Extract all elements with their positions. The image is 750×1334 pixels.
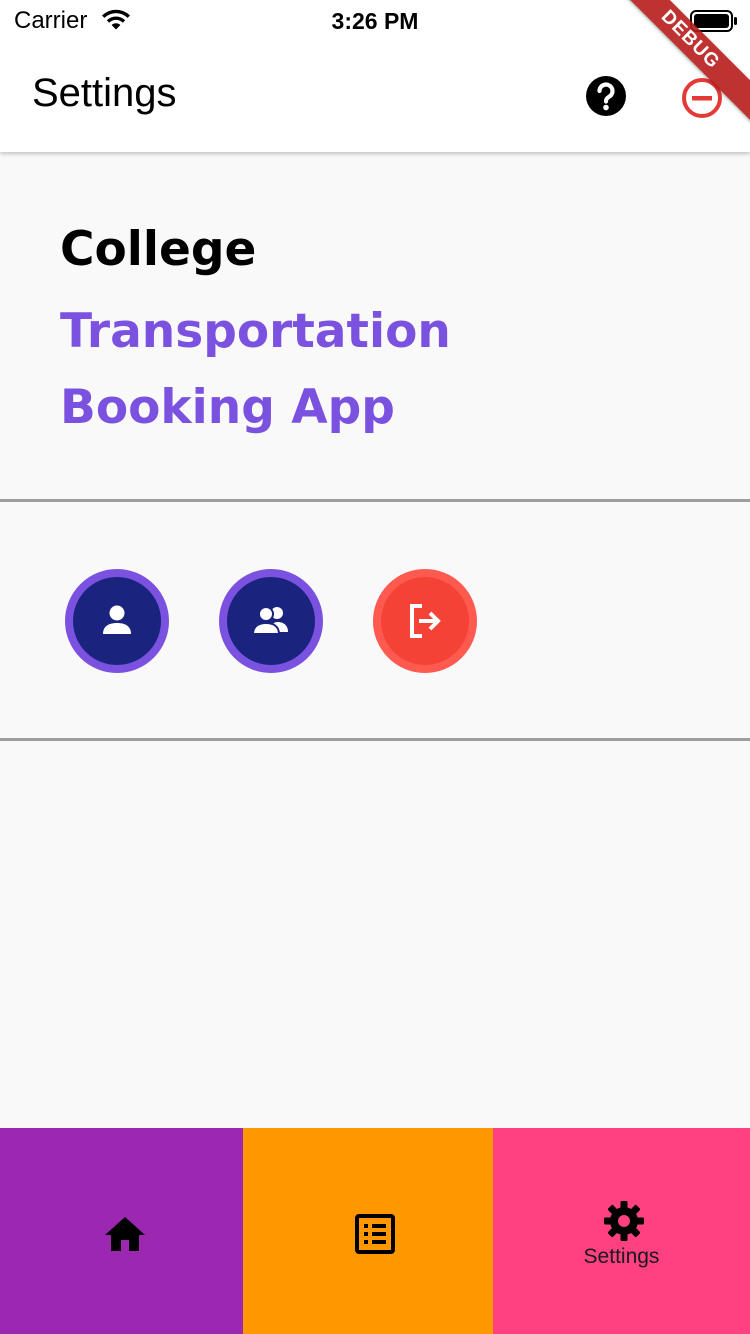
app-bar: Settings: [0, 40, 750, 152]
app-name-heading: College Transportation Booking App: [60, 220, 451, 446]
heading-line-college: College: [60, 222, 257, 277]
divider-bottom: [0, 738, 750, 741]
nav-item-settings[interactable]: Settings: [493, 1128, 750, 1334]
status-time: 3:26 PM: [331, 8, 419, 34]
exit-icon: [410, 604, 441, 638]
bottom-navigation: Settings: [0, 1128, 750, 1334]
person-icon: [103, 605, 131, 634]
nav-item-home[interactable]: [0, 1128, 243, 1334]
group-icon: [251, 606, 288, 635]
list-icon: [355, 1214, 395, 1254]
page-title: Settings: [32, 71, 177, 115]
heading-line-transportation: Transportation: [60, 304, 451, 359]
heading-line-booking-app: Booking App: [60, 380, 395, 435]
help-icon[interactable]: [584, 74, 628, 118]
logout-button[interactable]: [373, 569, 477, 673]
gear-icon: [604, 1201, 644, 1241]
nav-label-settings: Settings: [583, 1245, 660, 1268]
divider-top: [0, 499, 750, 502]
nav-item-list[interactable]: [243, 1128, 493, 1334]
profile-button[interactable]: [65, 569, 169, 673]
home-icon: [105, 1217, 145, 1251]
group-button[interactable]: [219, 569, 323, 673]
